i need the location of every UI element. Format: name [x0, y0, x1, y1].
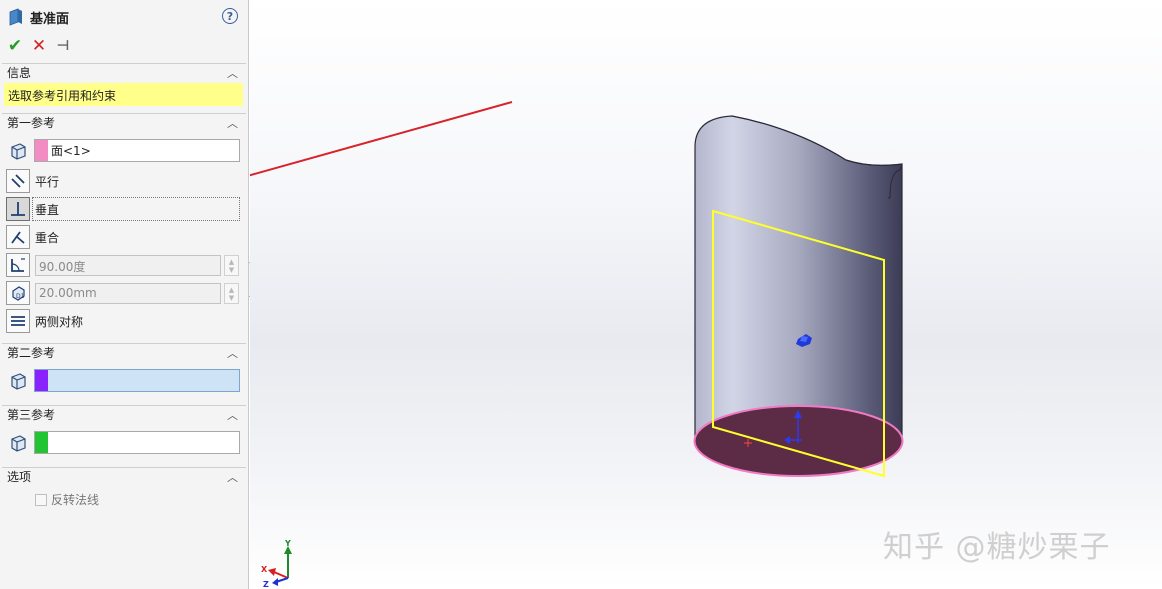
section-header-first-reference[interactable]: 第一参考 ︿	[2, 113, 246, 131]
collapse-chevron-icon[interactable]: ︿	[227, 469, 238, 485]
face-icon	[6, 369, 30, 393]
focus-frame	[32, 197, 240, 221]
model-scene: Y X Z	[250, 101, 904, 589]
ok-button[interactable]: ✔	[6, 36, 24, 56]
panel-actions: ✔ ✕ ⊣	[6, 36, 72, 56]
constraint-parallel-row[interactable]: 平行	[6, 169, 59, 193]
angle-input[interactable]: 90.00度	[35, 255, 221, 276]
flip-normal-checkbox[interactable]	[35, 493, 47, 506]
section-header-third-reference[interactable]: 第三参考 ︿	[2, 405, 246, 423]
section-header-info[interactable]: 信息 ︿	[2, 63, 246, 81]
distance-icon: D1	[12, 286, 25, 301]
annotation-arrow	[250, 101, 513, 177]
collapse-chevron-icon[interactable]: ︿	[227, 115, 238, 131]
second-reference-selection-box[interactable]	[34, 369, 240, 392]
first-reference-row	[6, 139, 35, 163]
section-title: 第二参考	[7, 346, 56, 360]
triad-y-label: Y	[284, 539, 291, 548]
angle-icon	[11, 258, 25, 272]
symmetric-icon	[11, 316, 25, 326]
parallel-label: 平行	[35, 174, 60, 189]
perpendicular-button[interactable]	[6, 197, 30, 221]
graphics-viewport[interactable]: Y X Z	[250, 0, 1162, 589]
svg-text:D1: D1	[16, 293, 25, 300]
symmetric-button[interactable]	[6, 309, 30, 333]
section-header-options[interactable]: 选项 ︿	[2, 467, 246, 485]
help-icon[interactable]: ?	[222, 8, 238, 24]
collapse-chevron-icon[interactable]: ︿	[227, 65, 238, 81]
section-header-second-reference[interactable]: 第二参考 ︿	[2, 343, 246, 361]
section-title: 信息	[7, 66, 32, 80]
parallel-icon	[11, 174, 25, 188]
spin-down-icon[interactable]: ▼	[229, 266, 234, 274]
angle-spinner[interactable]: ▲ ▼	[224, 255, 239, 276]
third-reference-row	[6, 431, 35, 455]
perpendicular-icon	[11, 202, 25, 216]
reference-color-swatch	[35, 370, 48, 391]
section-title: 第三参考	[7, 408, 56, 422]
plane-feature-icon	[9, 8, 22, 26]
face-icon	[6, 431, 30, 455]
section-title: 第一参考	[7, 116, 56, 130]
distance-input[interactable]: 20.00mm	[35, 283, 221, 304]
third-reference-selection-box[interactable]	[34, 431, 240, 454]
panel-title-bar: 基准面	[8, 6, 244, 28]
panel-title: 基准面	[30, 11, 70, 27]
spin-up-icon[interactable]: ▲	[229, 258, 234, 266]
perpendicular-label: 垂直	[35, 202, 60, 217]
second-reference-row	[6, 369, 35, 393]
pin-button[interactable]: ⊣	[54, 37, 72, 55]
first-reference-selection-box[interactable]: 面<1>	[34, 139, 240, 162]
constraint-distance-row: D1	[6, 281, 35, 305]
spin-up-icon[interactable]: ▲	[229, 286, 234, 294]
coincident-button[interactable]	[6, 225, 30, 249]
collapse-chevron-icon[interactable]: ︿	[227, 407, 238, 423]
cancel-button[interactable]: ✕	[30, 36, 48, 56]
coincident-icon	[11, 231, 25, 244]
constraint-coincident-row[interactable]: 重合	[6, 225, 59, 249]
flip-normal-label: 反转法线	[51, 493, 100, 507]
constraint-symmetric-row[interactable]: 两侧对称	[6, 309, 83, 333]
triad-x-label: X	[261, 565, 268, 574]
info-message: 选取参考引用和约束	[4, 83, 243, 106]
coincident-label: 重合	[35, 230, 60, 245]
parallel-button[interactable]	[6, 169, 30, 193]
constraint-perpendicular-row[interactable]: 垂直	[6, 197, 59, 221]
distance-spinner[interactable]: ▲ ▼	[224, 283, 239, 304]
reference-color-swatch	[35, 432, 48, 453]
reference-color-swatch	[35, 140, 48, 161]
angle-button[interactable]	[6, 253, 30, 277]
watermark: 知乎 @糖炒栗子	[883, 530, 1111, 565]
collapse-chevron-icon[interactable]: ︿	[227, 345, 238, 361]
property-manager-panel: 基准面 ? ✔ ✕ ⊣ 信息 ︿ 选取参考引用和约束 第一参考 ︿ 面<1> 平…	[0, 0, 249, 589]
flip-normal-option[interactable]: 反转法线	[35, 491, 99, 508]
first-reference-value: 面<1>	[51, 144, 91, 158]
coordinate-triad: Y X Z	[261, 539, 292, 589]
spin-down-icon[interactable]: ▼	[229, 294, 234, 302]
triad-z-label: Z	[263, 580, 269, 589]
section-title: 选项	[7, 470, 32, 484]
constraint-angle-row	[6, 253, 35, 277]
face-icon	[6, 139, 30, 163]
symmetric-label: 两侧对称	[35, 314, 84, 329]
distance-button[interactable]: D1	[6, 281, 30, 305]
